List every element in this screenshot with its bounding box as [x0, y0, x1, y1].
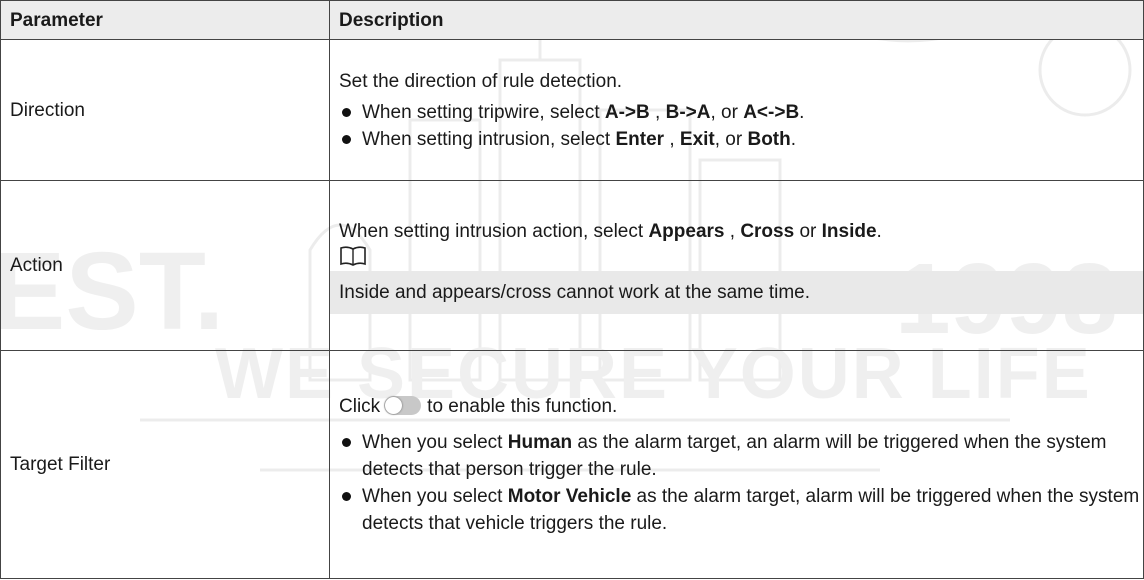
table-row: Target Filter Click to enable this functi…	[0, 350, 1144, 579]
header-parameter: Parameter	[0, 0, 330, 40]
parameter-cell: Action	[0, 180, 330, 351]
list-item: When setting intrusion, select Enter , E…	[339, 126, 1143, 153]
description-cell: Click to enable this function. When you s…	[329, 350, 1144, 579]
action-intro: When setting intrusion action, select Ap…	[339, 220, 882, 242]
target-filter-intro: Click to enable this function.	[339, 395, 618, 417]
parameter-cell: Direction	[0, 39, 330, 181]
header-description: Description	[329, 0, 1144, 40]
description-cell: When setting intrusion action, select Ap…	[329, 180, 1144, 351]
book-note-icon	[340, 245, 366, 266]
table-header-row: Parameter Description	[0, 0, 1144, 40]
list-item: When setting tripwire, select A->B , B->…	[339, 99, 1143, 126]
parameter-cell: Target Filter	[0, 350, 330, 579]
list-item: When you select Motor Vehicle as the ala…	[339, 483, 1143, 537]
list-item: When you select Human as the alarm targe…	[339, 429, 1143, 483]
note-text: Inside and appears/cross cannot work at …	[330, 270, 1143, 314]
table-row: Action When setting intrusion action, se…	[0, 180, 1144, 351]
description-cell: Set the direction of rule detection. Whe…	[329, 39, 1144, 181]
direction-intro: Set the direction of rule detection.	[339, 70, 623, 92]
toggle-off-icon[interactable]	[384, 395, 422, 415]
parameter-table: Parameter Description Direction Set the …	[0, 0, 1144, 579]
table-row: Direction Set the direction of rule dete…	[0, 39, 1144, 181]
